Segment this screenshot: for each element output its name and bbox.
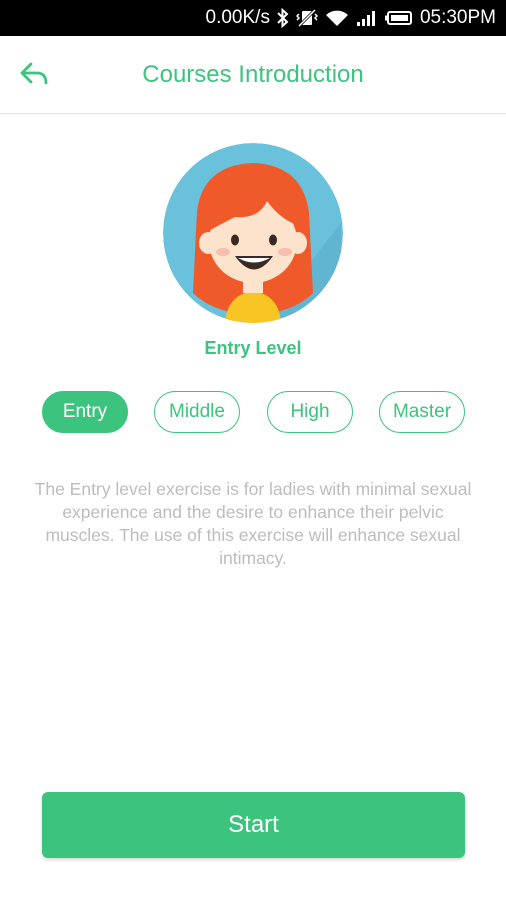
battery-icon <box>384 6 413 30</box>
bluetooth-icon <box>277 6 289 30</box>
girl-avatar-illustration <box>163 143 343 323</box>
tab-middle[interactable]: Middle <box>154 391 240 433</box>
tab-high[interactable]: High <box>267 391 353 433</box>
vibrate-icon <box>295 6 318 30</box>
clock: 05:30PM <box>419 7 496 28</box>
level-tabs: Entry Middle High Master <box>0 391 506 433</box>
page-title: Courses Introduction <box>142 61 364 88</box>
app-bar: Courses Introduction <box>0 36 506 114</box>
status-bar: 0.00K/s 05:30PM <box>0 0 506 36</box>
level-title: Entry Level <box>204 338 302 358</box>
network-speed: 0.00K/s <box>205 7 270 28</box>
start-button[interactable]: Start <box>42 792 465 858</box>
wifi-icon <box>325 6 349 30</box>
tab-entry[interactable]: Entry <box>42 391 128 433</box>
tab-master[interactable]: Master <box>379 391 465 433</box>
signal-icon <box>356 6 378 30</box>
level-description: The Entry level exercise is for ladies w… <box>34 479 472 568</box>
